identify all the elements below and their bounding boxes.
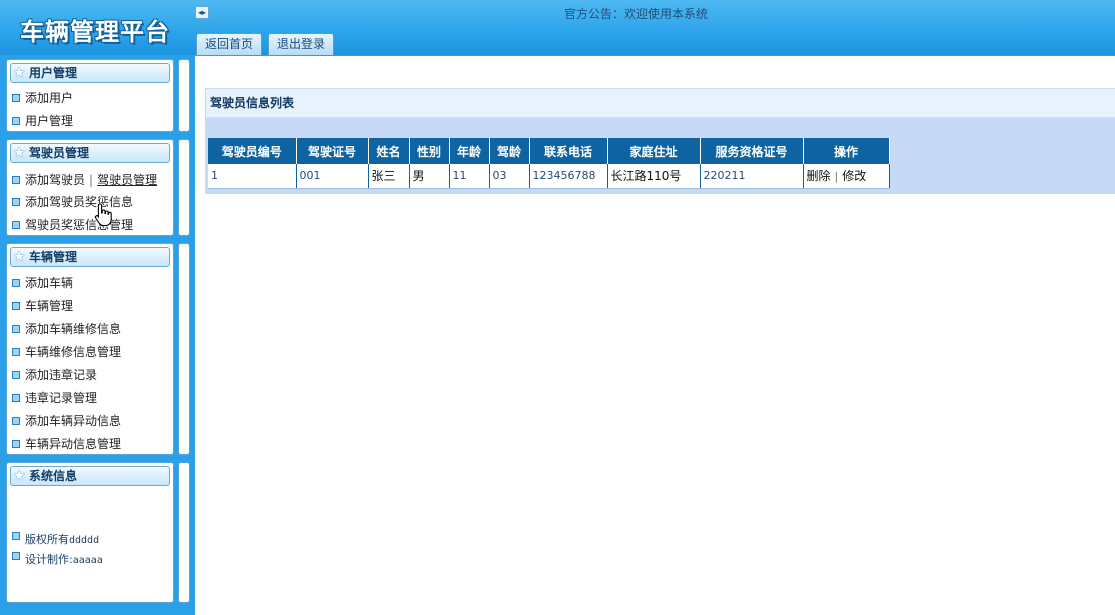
square-bullet-icon (12, 325, 20, 333)
square-bullet-icon (12, 417, 20, 425)
designer-line: 设计制作:aaaaa (12, 551, 103, 567)
driver-table: 驾驶员编号 驾驶证号 姓名 性别 年龄 驾龄 联系电话 家庭住址 服务资格证号 … (208, 138, 890, 189)
system-panel-title: 系统信息 (29, 469, 78, 483)
sidebar-item-add-change[interactable]: 添加车辆异动信息 (12, 412, 121, 429)
app-logo: 车辆管理平台 (20, 17, 170, 46)
sidebar-item-driver-manage[interactable]: 驾驶员管理 (97, 173, 157, 187)
square-bullet-icon (12, 117, 20, 125)
square-bullet-icon (12, 532, 20, 540)
tab-home[interactable]: 返回首页 (196, 33, 263, 55)
vehicle-panel-strip (178, 243, 190, 455)
sidebar-item-add-driver[interactable]: 添加驾驶员 (25, 173, 85, 187)
square-bullet-icon (12, 198, 20, 206)
col-driver-id: 驾驶员编号 (208, 138, 297, 164)
sidebar-item-violation-manage[interactable]: 违章记录管理 (12, 389, 97, 406)
driver-panel-header[interactable]: ★ 驾驶员管理 (10, 143, 170, 163)
announcement-text: 官方公告：欢迎使用本系统 (564, 7, 709, 21)
sidebar-item-add-repair[interactable]: 添加车辆维修信息 (12, 320, 121, 337)
star-icon: ★ (13, 145, 26, 161)
user-panel-title: 用户管理 (29, 66, 78, 80)
driver-panel-strip (178, 139, 190, 236)
sidebar-item-add-violation[interactable]: 添加违章记录 (12, 366, 97, 383)
col-cert: 服务资格证号 (700, 138, 804, 164)
square-bullet-icon (12, 302, 20, 310)
action-separator: | (834, 170, 839, 184)
cell-age: 11 (449, 164, 490, 189)
square-bullet-icon (12, 94, 20, 102)
sidebar-toggle-icon[interactable]: ◂▸ (195, 6, 209, 19)
col-address: 家庭住址 (607, 138, 701, 164)
sidebar-item-repair-manage[interactable]: 车辆维修信息管理 (12, 343, 121, 360)
system-panel: ★ 系统信息 版权所有ddddd 设计制作:aaaaa (6, 462, 174, 603)
user-panel: ★ 用户管理 添加用户 用户管理 (6, 59, 174, 132)
driver-panel-title: 驾驶员管理 (29, 146, 90, 160)
col-actions: 操作 (803, 138, 890, 164)
sidebar-item-driver-row: 添加驾驶员 | 驾驶员管理 (12, 171, 157, 188)
table-row: 1 001 张三 男 11 03 123456788 长江路110号 22021… (208, 164, 890, 189)
cell-actions: 删除 | 修改 (803, 164, 890, 189)
sidebar-item-add-user[interactable]: 添加用户 (12, 89, 73, 106)
col-name: 姓名 (368, 138, 410, 164)
vehicle-panel-header[interactable]: ★ 车辆管理 (10, 247, 170, 267)
col-driving-years: 驾龄 (489, 138, 530, 164)
table-container: 驾驶员编号 驾驶证号 姓名 性别 年龄 驾龄 联系电话 家庭住址 服务资格证号 … (205, 118, 1115, 194)
edit-link[interactable]: 修改 (842, 169, 866, 183)
tab-logout[interactable]: 退出登录 (268, 33, 335, 55)
user-panel-strip (178, 59, 190, 132)
cell-cert: 220211 (700, 164, 804, 189)
top-header: 车辆管理平台 ◂▸ 官方公告：欢迎使用本系统 返回首页 退出登录 (0, 0, 1115, 55)
col-phone: 联系电话 (529, 138, 608, 164)
sidebar-item-user-manage[interactable]: 用户管理 (12, 112, 73, 129)
hand-pointer-icon (94, 203, 112, 227)
star-icon: ★ (13, 65, 26, 81)
list-title: 驾驶员信息列表 (205, 88, 1115, 118)
main-content: 驾驶员信息列表 驾驶员编号 驾驶证号 姓名 性别 年龄 驾龄 联系电话 家庭住址… (195, 55, 1115, 615)
cell-gender: 男 (409, 164, 450, 189)
col-gender: 性别 (409, 138, 450, 164)
user-panel-header[interactable]: ★ 用户管理 (10, 63, 170, 83)
copyright-line: 版权所有ddddd (12, 531, 99, 547)
square-bullet-icon (12, 552, 20, 560)
col-license: 驾驶证号 (296, 138, 369, 164)
delete-link[interactable]: 删除 (807, 169, 831, 183)
square-bullet-icon (12, 348, 20, 356)
cell-address: 长江路110号 (607, 164, 701, 189)
square-bullet-icon (12, 371, 20, 379)
cell-driver-id: 1 (208, 164, 297, 189)
sidebar-item-add-vehicle[interactable]: 添加车辆 (12, 274, 73, 291)
driver-panel: ★ 驾驶员管理 添加驾驶员 | 驾驶员管理 添加驾驶员奖惩信息 驾驶员奖惩信息管理 (6, 139, 174, 236)
menu-separator: | (89, 173, 94, 187)
table-header-row: 驾驶员编号 驾驶证号 姓名 性别 年龄 驾龄 联系电话 家庭住址 服务资格证号 … (208, 138, 890, 164)
square-bullet-icon (12, 440, 20, 448)
sidebar: ★ 用户管理 添加用户 用户管理 ★ 驾驶员管理 添加驾驶员 | 驾驶员管理 添加驾驶员… (0, 55, 195, 615)
square-bullet-icon (12, 176, 20, 184)
sidebar-item-add-driver-reward[interactable]: 添加驾驶员奖惩信息 (12, 193, 133, 210)
sidebar-item-vehicle-manage[interactable]: 车辆管理 (12, 297, 73, 314)
star-icon: ★ (13, 468, 26, 484)
system-panel-strip (178, 462, 190, 603)
vehicle-panel: ★ 车辆管理 添加车辆 车辆管理 添加车辆维修信息 车辆维修信息管理 添加违章记录… (6, 243, 174, 455)
cell-driving-years: 03 (489, 164, 530, 189)
vehicle-panel-title: 车辆管理 (29, 250, 78, 264)
sidebar-item-change-manage[interactable]: 车辆异动信息管理 (12, 435, 121, 452)
app-window: 车辆管理平台 ◂▸ 官方公告：欢迎使用本系统 返回首页 退出登录 ★ 用户管理 添… (0, 0, 1115, 615)
sidebar-item-driver-reward-manage[interactable]: 驾驶员奖惩信息管理 (12, 216, 133, 233)
system-panel-header[interactable]: ★ 系统信息 (10, 466, 170, 486)
star-icon: ★ (13, 249, 26, 265)
cell-license: 001 (296, 164, 369, 189)
square-bullet-icon (12, 221, 20, 229)
square-bullet-icon (12, 394, 20, 402)
cell-phone: 123456788 (529, 164, 608, 189)
cell-name: 张三 (368, 164, 410, 189)
col-age: 年龄 (449, 138, 490, 164)
square-bullet-icon (12, 279, 20, 287)
